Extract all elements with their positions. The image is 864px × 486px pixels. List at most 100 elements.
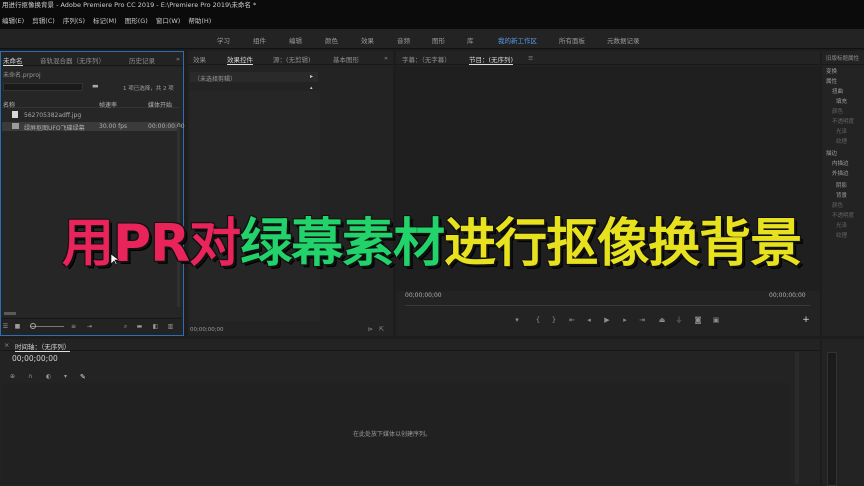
menu-edit[interactable]: 编辑(E) (2, 15, 24, 25)
comparison-view-icon[interactable]: ▣ (712, 316, 720, 324)
workspace-graphics[interactable]: 图形 (432, 35, 445, 45)
add-marker-icon[interactable]: ▾ (513, 316, 521, 324)
project-search-input[interactable] (3, 83, 83, 91)
menu-markers[interactable]: 标记(M) (93, 15, 117, 25)
program-scrubber[interactable] (405, 305, 810, 306)
play-icon[interactable]: ▶ (603, 316, 611, 324)
export-icon[interactable]: ⇱ (379, 326, 384, 333)
menu-bar: 编辑(E) 剪辑(C) 序列(S) 标记(M) 图形(G) 窗口(W) 帮助(H… (0, 10, 864, 29)
zoom-slider-handle-icon[interactable] (30, 323, 36, 329)
prop-strokes[interactable]: 描边 (826, 149, 837, 157)
menu-help[interactable]: 帮助(H) (188, 15, 211, 25)
prop-texture[interactable]: 纹理 (836, 137, 847, 145)
mark-in-icon[interactable]: { (534, 316, 542, 324)
find-icon[interactable]: ⌕ (122, 323, 129, 330)
linked-selection-icon[interactable]: ◐ (46, 373, 51, 380)
legacy-title-properties-panel: 旧版标题属性 变换 属性 扭曲 填充 颜色 不透明度 光泽 纹理 描边 内描边 … (822, 51, 864, 336)
tab-effect-controls[interactable]: 效果控件 (227, 54, 253, 65)
icon-view-icon[interactable]: ■ (14, 323, 21, 330)
tab-history[interactable]: 历史记录 (129, 55, 155, 65)
lift-icon[interactable]: ⏏ (658, 316, 666, 324)
mark-out-icon[interactable]: } (550, 316, 558, 324)
tab-timeline[interactable]: 时间轴：（无序列） (15, 341, 71, 352)
prop-distort[interactable]: 扭曲 (832, 87, 843, 95)
prop-shadow[interactable]: 阴影 (836, 181, 847, 189)
prop-sheen[interactable]: 光泽 (836, 127, 847, 135)
menu-sequence[interactable]: 序列(S) (63, 15, 85, 25)
overlay-text-yellow: 进行抠像换背景 (444, 214, 802, 274)
step-back-icon[interactable]: ◂ (585, 316, 593, 324)
tab-legacy-title[interactable]: 旧版标题属性 (826, 54, 859, 62)
add-marker-icon[interactable]: ▾ (64, 373, 67, 380)
panel-overflow-icon[interactable]: » (176, 55, 180, 63)
workspace-my-new[interactable]: 我的新工作区 (498, 35, 537, 45)
transport-controls: ▾ { } ⇤ ◂ ▶ ▸ ⇥ ⏏ ⏚ ◙ ▣ + (396, 316, 820, 332)
panel-menu-icon[interactable]: ≡ (528, 54, 533, 62)
expand-icon[interactable]: ▸ (310, 73, 313, 80)
tab-project[interactable]: 未命名 (3, 55, 23, 66)
timeline-timecode[interactable]: 00;00;00;00 (12, 354, 58, 363)
item-fps: 30.00 fps (99, 123, 128, 130)
panel-overflow-icon[interactable]: » (384, 54, 388, 62)
project-file-name: 未命名.prproj (3, 72, 41, 79)
timeline-scrollbar[interactable] (795, 352, 799, 484)
tab-essential-graphics[interactable]: 基本图形 (333, 54, 359, 64)
timeline-track-area[interactable]: 在此处放下媒体以创建序列。 (1, 383, 791, 484)
prop-properties[interactable]: 属性 (826, 77, 837, 85)
filter-icon[interactable]: ⊳ (368, 326, 373, 333)
extract-icon[interactable]: ⏚ (675, 316, 683, 324)
tab-captions[interactable]: 字幕：（无字幕） (402, 54, 451, 64)
workspace-effects[interactable]: 效果 (361, 35, 374, 45)
list-item[interactable]: 562705382adff.jpg (2, 111, 180, 120)
prop-transform[interactable]: 变换 (826, 67, 837, 75)
camera-icon[interactable]: ◙ (694, 316, 702, 324)
prop-bg-texture[interactable]: 纹理 (836, 231, 847, 239)
workspace-metadata[interactable]: 元数据记录 (607, 35, 640, 45)
step-forward-icon[interactable]: ▸ (621, 316, 629, 324)
monitor-tabbar: 字幕：（无字幕） 节目：(无序列) ≡ (396, 51, 820, 65)
tab-program[interactable]: 节目：(无序列) (469, 54, 514, 65)
program-timecode[interactable]: 00;00;00;00 (405, 292, 442, 299)
new-bin-icon[interactable]: ▬ (92, 82, 99, 90)
go-to-out-icon[interactable]: ⇥ (638, 316, 646, 324)
prop-fill-opacity: 不透明度 (832, 119, 855, 125)
menu-window[interactable]: 窗口(W) (156, 15, 181, 25)
workspace-color[interactable]: 颜色 (325, 35, 338, 45)
audio-meter (827, 352, 837, 486)
workspace-libraries[interactable]: 库 (467, 35, 474, 45)
prop-inner-stroke[interactable]: 内描边 (832, 159, 849, 167)
column-name[interactable]: 名称 (3, 100, 15, 109)
list-item[interactable]: 绿屏抠图UFO飞碟绿幕 30.00 fps 00:00:00:00 (2, 122, 185, 132)
automate-icon[interactable]: ⇥ (86, 323, 93, 330)
list-view-icon[interactable]: ☰ (2, 323, 9, 330)
column-media-start[interactable]: 媒体开始 (148, 100, 172, 109)
snap-icon[interactable]: ∩ (28, 373, 32, 380)
horizontal-scrollbar[interactable] (4, 312, 16, 315)
sort-icon[interactable]: ≡ (70, 323, 77, 330)
prop-fill[interactable]: 填充 (836, 97, 847, 105)
nest-icon[interactable]: ⊕ (10, 373, 15, 380)
go-to-in-icon[interactable]: ⇤ (568, 316, 576, 324)
menu-clip[interactable]: 剪辑(C) (32, 15, 55, 25)
trash-icon[interactable]: ▥ (167, 323, 174, 330)
new-bin-icon[interactable]: ▬ (136, 323, 143, 330)
timeline-close-icon[interactable]: × (4, 341, 9, 349)
tab-audio-mixer[interactable]: 音轨混合器（无序列） (40, 55, 105, 65)
workspace-assembly[interactable]: 组件 (253, 35, 266, 45)
prop-bg-sheen[interactable]: 光泽 (836, 221, 847, 229)
prop-outer-stroke[interactable]: 外描边 (832, 169, 849, 177)
button-editor-plus-icon[interactable]: + (802, 316, 810, 325)
item-name: 绿屏抠图UFO飞碟绿幕 (24, 125, 85, 132)
tab-source[interactable]: 源：(无剪辑) (273, 54, 311, 64)
new-item-icon[interactable]: ◧ (152, 323, 159, 330)
workspace-audio[interactable]: 音频 (397, 35, 410, 45)
workspace-editing[interactable]: 编辑 (289, 35, 302, 45)
menu-graphics[interactable]: 图形(G) (125, 15, 148, 25)
workspace-learn[interactable]: 学习 (217, 35, 230, 45)
column-fps[interactable]: 帧速率 (99, 100, 117, 109)
wrench-icon[interactable]: ✎ (80, 373, 86, 381)
prop-background[interactable]: 背景 (836, 191, 847, 199)
workspace-all-panels[interactable]: 所有面板 (559, 35, 585, 45)
tab-effects[interactable]: 效果 (193, 54, 206, 64)
project-tabbar: 未命名 音轨混合器（无序列） 历史记录 » (1, 52, 183, 66)
